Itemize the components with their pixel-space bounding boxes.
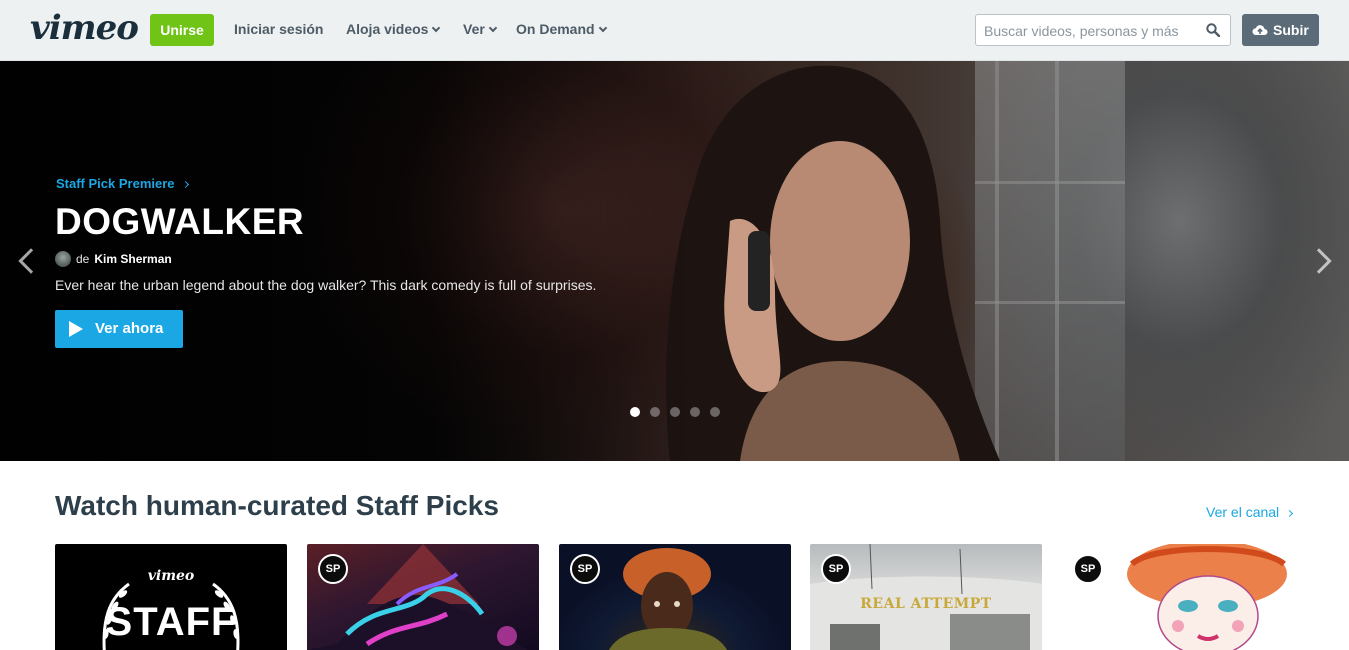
staff-pick-badge: SP <box>1073 554 1103 584</box>
watch-menu[interactable]: Ver <box>463 21 498 37</box>
author-avatar[interactable] <box>55 251 71 267</box>
chevron-down-icon <box>432 23 441 33</box>
view-channel-label: Ver el canal <box>1206 504 1280 520</box>
chevron-right-icon <box>1286 509 1294 518</box>
hero-description: Ever hear the urban legend about the dog… <box>55 277 597 293</box>
carousel-dot-2[interactable] <box>650 407 660 417</box>
top-navigation-bar: vimeo Unirse Iniciar sesión Aloja videos… <box>0 0 1349 61</box>
staff-pick-video-thumbnail[interactable]: SP <box>1062 544 1294 650</box>
staff-pick-badge: SP <box>318 554 348 584</box>
on-demand-label: On Demand <box>516 21 595 37</box>
join-button[interactable]: Unirse <box>150 14 214 46</box>
watch-now-label: Ver ahora <box>95 320 164 337</box>
thumbnail-vimeo-brand: vimeo <box>147 568 195 584</box>
search-box <box>975 14 1231 46</box>
host-videos-menu[interactable]: Aloja videos <box>346 21 441 37</box>
watch-now-button[interactable]: Ver ahora <box>55 310 183 348</box>
chevron-down-icon <box>488 23 498 33</box>
staff-pick-badge: SP <box>570 554 600 584</box>
chevron-left-icon <box>18 248 44 274</box>
staff-pick-video-thumbnail[interactable]: REAL ATTEMPT SP <box>810 544 1042 650</box>
hero-title[interactable]: DOGWALKER <box>55 201 304 243</box>
carousel-dot-3[interactable] <box>670 407 680 417</box>
staff-picks-heading: Watch human-curated Staff Picks <box>55 490 499 521</box>
author-by-label: de <box>76 252 90 266</box>
thumbnail-overlay-title: REAL ATTEMPT <box>860 596 992 612</box>
carousel-dot-1[interactable] <box>630 407 640 417</box>
login-link[interactable]: Iniciar sesión <box>234 21 323 37</box>
staff-picks-channel-thumbnail[interactable]: vimeo STAFF <box>55 544 287 650</box>
staff-pick-video-thumbnail[interactable]: SP <box>559 544 791 650</box>
view-channel-link[interactable]: Ver el canal <box>1206 504 1294 520</box>
chevron-right-icon <box>1306 248 1332 274</box>
login-link-label: Iniciar sesión <box>234 21 324 37</box>
carousel-dot-4[interactable] <box>690 407 700 417</box>
host-videos-label: Aloja videos <box>346 21 429 37</box>
search-input[interactable] <box>984 21 1194 41</box>
staff-pick-video-thumbnail[interactable]: SP <box>307 544 539 650</box>
search-icon[interactable] <box>1206 23 1220 37</box>
carousel-prev-button[interactable] <box>12 244 44 278</box>
play-icon <box>69 321 83 337</box>
staff-pick-premiere-link[interactable]: Staff Pick Premiere <box>56 176 189 191</box>
author-name-link[interactable]: Kim Sherman <box>94 252 171 266</box>
thumbnail-staff-title: STAFF <box>105 600 237 644</box>
hero-carousel[interactable]: Staff Pick Premiere DOGWALKER de Kim Sher… <box>0 61 1349 461</box>
carousel-dot-5[interactable] <box>710 407 720 417</box>
staff-pick-badge: SP <box>821 554 851 584</box>
carousel-next-button[interactable] <box>1306 244 1338 278</box>
on-demand-menu[interactable]: On Demand <box>516 21 607 37</box>
upload-cloud-icon <box>1252 25 1268 36</box>
staff-pick-premiere-label: Staff Pick Premiere <box>56 176 175 191</box>
watch-menu-label: Ver <box>463 21 485 37</box>
carousel-pagination <box>630 407 730 417</box>
upload-button[interactable]: Subir <box>1242 14 1319 46</box>
hero-author-row: de Kim Sherman <box>55 251 172 267</box>
vimeo-logo[interactable]: vimeo <box>30 8 139 48</box>
chevron-right-icon <box>181 180 189 189</box>
chevron-down-icon <box>598 23 607 33</box>
upload-button-label: Subir <box>1273 22 1309 38</box>
